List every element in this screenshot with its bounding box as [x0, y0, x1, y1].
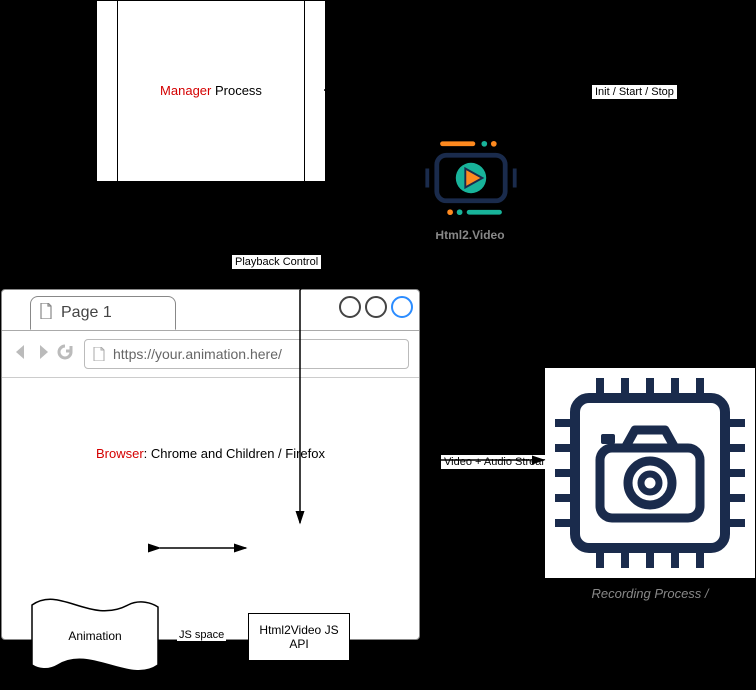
page-icon: [93, 347, 105, 361]
url-input[interactable]: https://your.animation.here/: [84, 339, 409, 369]
html2video-js-api-box: Html2Video JS API: [248, 613, 350, 661]
manager-process-box: Manager Process: [96, 0, 326, 182]
recording-process-label: Recording Process /: [550, 586, 750, 601]
browser-caption: Browser: Chrome and Children / Firefox: [2, 446, 419, 461]
browser-window: Page 1 https://your.animation.here/: [1, 289, 420, 640]
tab-label: Page 1: [61, 304, 112, 322]
video-audio-stream-label: Video + Audio Stream: [440, 454, 555, 470]
window-buttons: [339, 296, 413, 318]
forward-icon[interactable]: [34, 343, 52, 366]
html2video-title: Html2.Video: [420, 228, 520, 242]
window-button[interactable]: [365, 296, 387, 318]
window-button[interactable]: [339, 296, 361, 318]
js-space-label: JS space: [177, 629, 226, 641]
back-icon[interactable]: [12, 343, 30, 366]
browser-tab[interactable]: Page 1: [30, 296, 176, 330]
manager-label: Manager Process: [97, 83, 325, 98]
reload-icon[interactable]: [56, 343, 74, 366]
recording-process-box: [545, 368, 755, 578]
url-text: https://your.animation.here/: [113, 346, 282, 362]
window-button[interactable]: [391, 296, 413, 318]
init-start-stop-label: Init / Start / Stop: [591, 84, 678, 100]
browser-tabbar: Page 1: [2, 290, 419, 331]
html2video-logo: [423, 140, 519, 216]
browser-navbar: https://your.animation.here/: [2, 331, 419, 378]
playback-control-label: Playback Control: [231, 254, 322, 270]
animation-doc: Animation: [30, 585, 160, 685]
page-icon: [39, 303, 53, 324]
